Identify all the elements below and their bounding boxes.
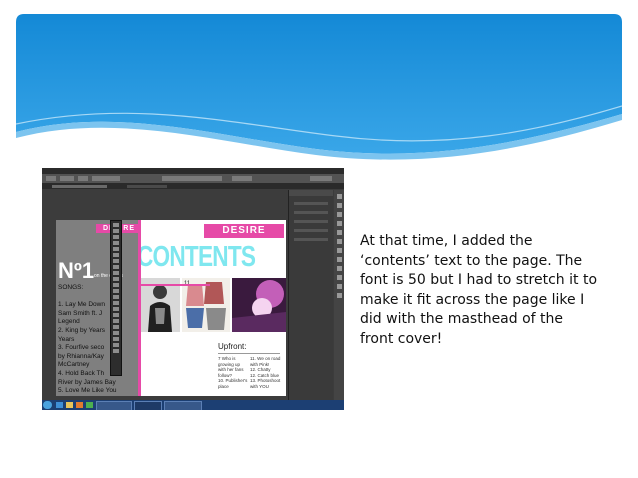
upfront-column-2: 11. We on road with Pink! 12. Chatty 12.… bbox=[250, 356, 281, 389]
right-masthead: DESIRE bbox=[204, 224, 284, 238]
songs-list: SONGS: 1. Lay Me Down Sam Smith ft. J Le… bbox=[58, 284, 117, 395]
media-icon[interactable] bbox=[76, 402, 83, 408]
magazine-left-page: DESIRE Nº1 on the charts SONGS: 1. Lay M… bbox=[56, 220, 142, 396]
fashion-photo: 11 bbox=[182, 278, 230, 332]
slide-caption: At that time, I added the ‘contents’ tex… bbox=[360, 233, 598, 347]
upfront-column-1: 7 Who is growing up with her fans follow… bbox=[218, 356, 248, 389]
chrome-icon[interactable] bbox=[86, 402, 93, 408]
options-bar bbox=[42, 174, 344, 184]
photo-underline bbox=[138, 284, 210, 286]
folder-icon[interactable] bbox=[66, 402, 73, 408]
word-icon[interactable] bbox=[164, 401, 202, 410]
contents-heading: CONTENTS bbox=[138, 241, 256, 273]
photoshop-icon[interactable] bbox=[134, 401, 162, 410]
number-one-heading: Nº1 bbox=[58, 258, 95, 283]
panel-icon-strip[interactable] bbox=[334, 190, 344, 400]
singer-photo bbox=[140, 278, 180, 332]
magazine-right-page: DESIRE CONTENTS 11 bbox=[138, 220, 286, 396]
layers-panel[interactable] bbox=[288, 190, 333, 400]
ie-icon[interactable] bbox=[56, 402, 63, 408]
photo-strip: 11 bbox=[138, 278, 286, 332]
start-orb-icon[interactable] bbox=[43, 401, 52, 409]
tools-panel[interactable] bbox=[110, 220, 122, 376]
page-divider-line bbox=[138, 220, 141, 396]
upfront-rule bbox=[218, 353, 280, 354]
slide-header-banner bbox=[16, 14, 622, 160]
photoshop-screenshot: DESIRE Nº1 on the charts SONGS: 1. Lay M… bbox=[42, 168, 344, 410]
concert-photo bbox=[232, 278, 286, 332]
document-tab bbox=[42, 184, 344, 189]
windows-taskbar bbox=[42, 400, 344, 410]
taskbar-window-1[interactable] bbox=[96, 401, 132, 410]
upfront-heading: Upfront: bbox=[218, 342, 247, 351]
